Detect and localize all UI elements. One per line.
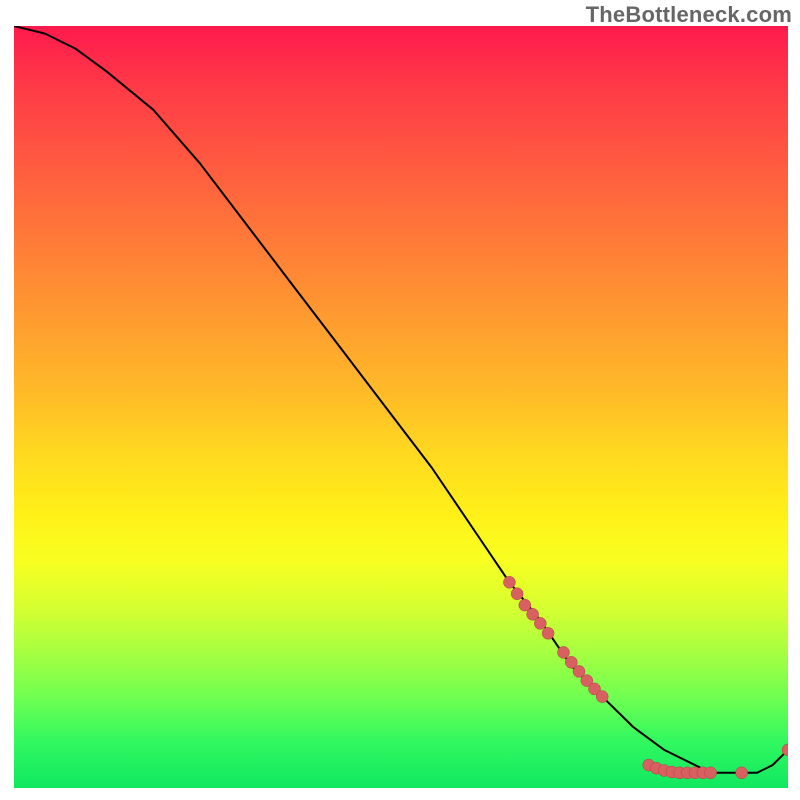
curve-markers	[503, 576, 788, 779]
curve-marker	[503, 576, 515, 588]
curve-marker	[736, 767, 748, 779]
curve-marker	[511, 588, 523, 600]
curve-marker	[534, 617, 546, 629]
chart-container: TheBottleneck.com	[0, 0, 800, 800]
curve-marker	[558, 646, 570, 658]
bottleneck-curve	[14, 26, 788, 773]
curve-marker	[705, 767, 717, 779]
chart-plot-area	[14, 26, 788, 788]
curve-marker	[596, 691, 608, 703]
curve-marker	[542, 627, 554, 639]
watermark-text: TheBottleneck.com	[586, 2, 792, 28]
